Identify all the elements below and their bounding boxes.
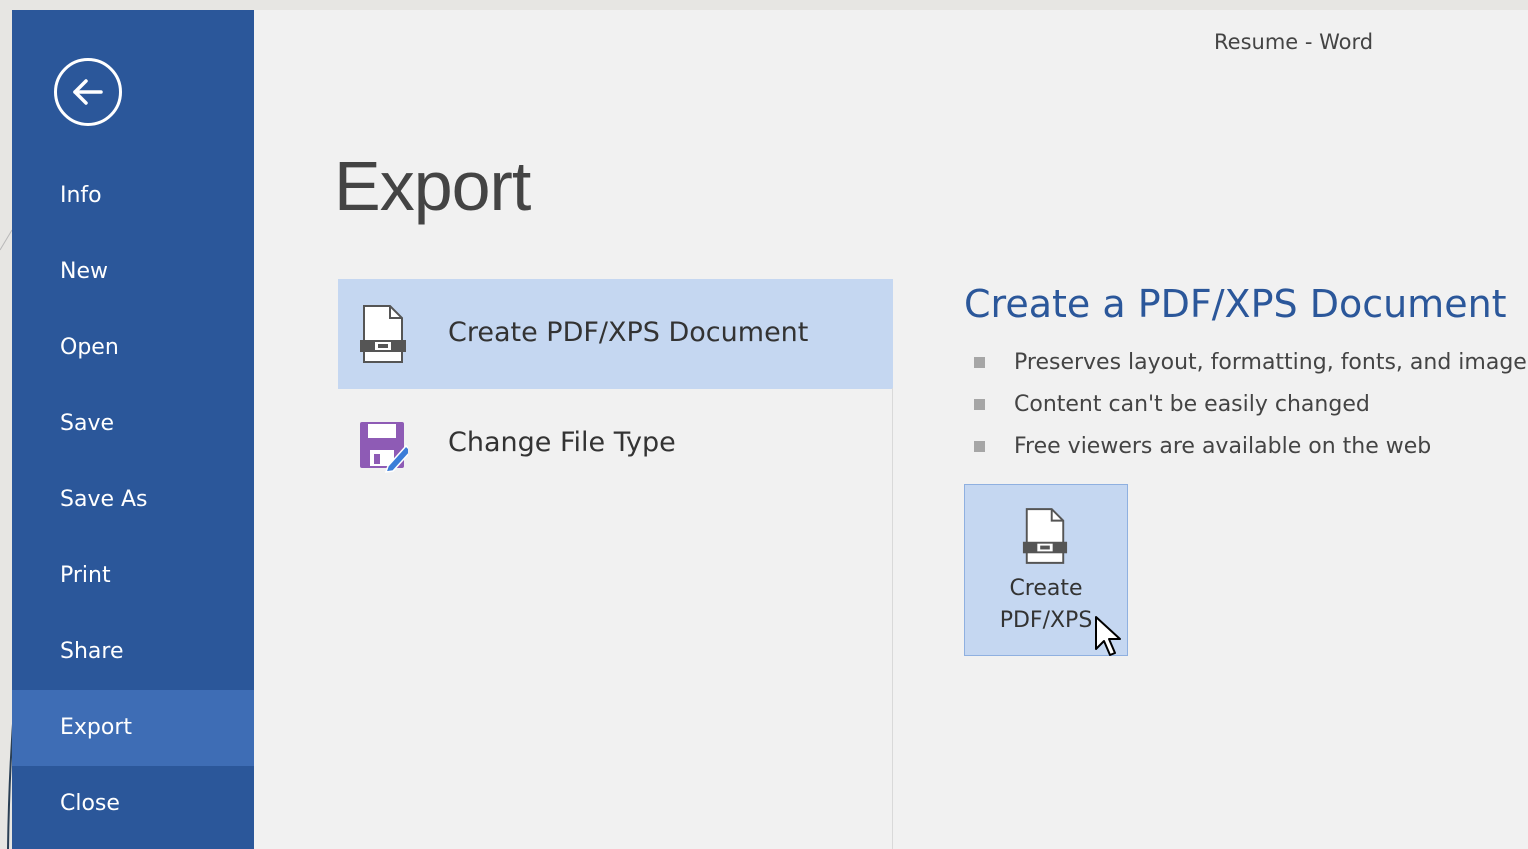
- back-button[interactable]: [54, 58, 122, 126]
- backstage-nav: Info New Open Save Save As Print Share E…: [12, 158, 254, 842]
- sidebar-item-open[interactable]: Open: [12, 310, 254, 386]
- pdf-document-icon: [1022, 508, 1068, 564]
- button-label-line1: Create: [1009, 576, 1083, 601]
- bullet-square-icon: [974, 399, 985, 410]
- list-item: Free viewers are available on the web: [970, 426, 1528, 468]
- sidebar-item-print[interactable]: Print: [12, 538, 254, 614]
- bullet-text: Free viewers are available on the web: [1014, 434, 1432, 459]
- bullet-square-icon: [974, 441, 985, 452]
- feature-list: Preserves layout, formatting, fonts, and…: [970, 342, 1528, 468]
- bullet-text: Preserves layout, formatting, fonts, and…: [1014, 350, 1528, 375]
- pdf-document-icon: [360, 305, 406, 363]
- option-change-file-type[interactable]: Change File Type: [338, 389, 893, 499]
- create-pdf-xps-label: Create PDF/XPS: [965, 573, 1127, 637]
- sidebar-item-info[interactable]: Info: [12, 158, 254, 234]
- backstage-view: Info New Open Save Save As Print Share E…: [12, 10, 1528, 849]
- option-label: Change File Type: [448, 427, 676, 458]
- option-create-pdf-xps[interactable]: Create PDF/XPS Document: [338, 279, 893, 389]
- sidebar-item-new[interactable]: New: [12, 234, 254, 310]
- option-label: Create PDF/XPS Document: [448, 317, 809, 348]
- detail-title: Create a PDF/XPS Document: [964, 282, 1507, 326]
- page-title: Export: [334, 147, 531, 225]
- back-arrow-icon: [73, 79, 103, 105]
- sidebar-item-save[interactable]: Save: [12, 386, 254, 462]
- bullet-square-icon: [974, 357, 985, 368]
- sidebar-item-close[interactable]: Close: [12, 766, 254, 842]
- sidebar-item-share[interactable]: Share: [12, 614, 254, 690]
- pane-divider: [892, 388, 893, 849]
- button-label-line2: PDF/XPS: [999, 608, 1093, 633]
- save-as-edit-icon: [360, 422, 408, 473]
- bullet-text: Content can't be easily changed: [1014, 392, 1370, 417]
- screenshot-frame: Info New Open Save Save As Print Share E…: [0, 0, 1528, 849]
- create-pdf-xps-button[interactable]: Create PDF/XPS: [964, 484, 1128, 656]
- export-options-list: Create PDF/XPS Document Change File Type: [338, 279, 893, 499]
- list-item: Preserves layout, formatting, fonts, and…: [970, 342, 1528, 384]
- sidebar-item-export[interactable]: Export: [12, 690, 254, 766]
- sidebar-item-save-as[interactable]: Save As: [12, 462, 254, 538]
- window-title: Resume - Word: [1214, 30, 1374, 54]
- backstage-sidebar: Info New Open Save Save As Print Share E…: [12, 10, 254, 849]
- list-item: Content can't be easily changed: [970, 384, 1528, 426]
